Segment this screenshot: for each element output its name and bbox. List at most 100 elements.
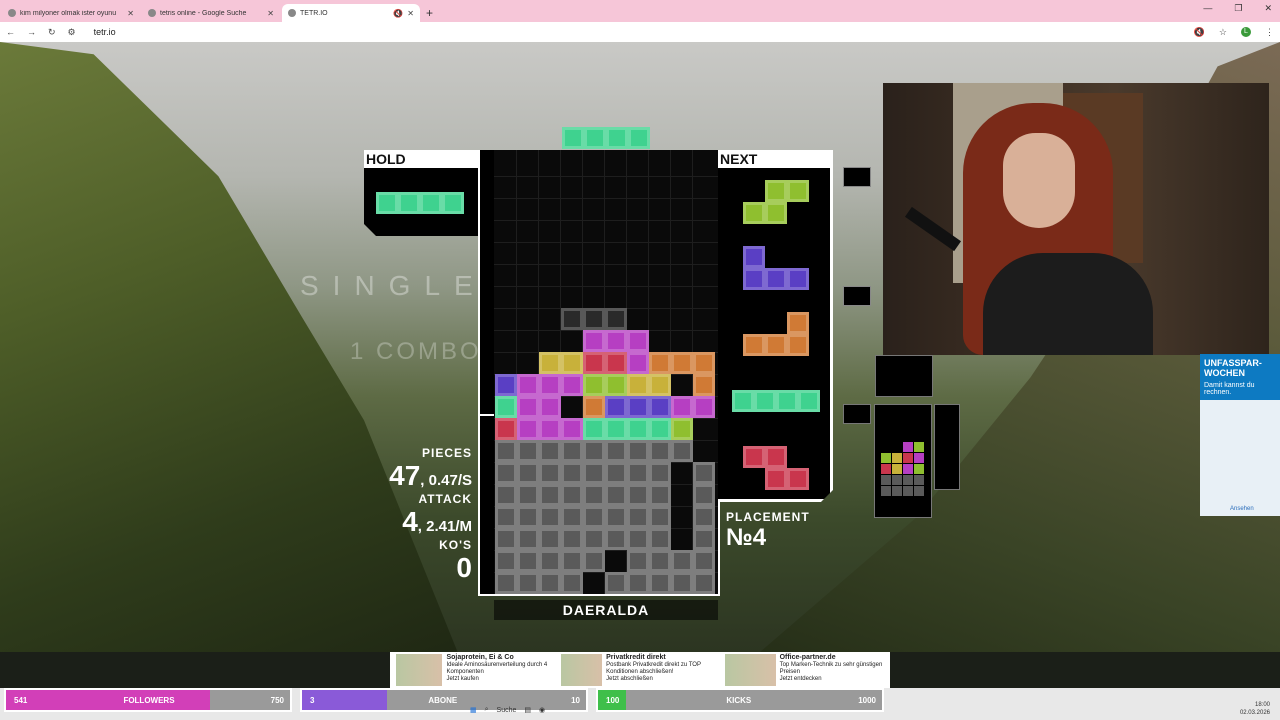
board-block bbox=[495, 374, 517, 396]
webcam-overlay bbox=[883, 83, 1269, 355]
minimize-icon[interactable]: — bbox=[1203, 3, 1212, 14]
board-block bbox=[583, 396, 605, 418]
ad-cta[interactable]: Jetzt abschließen bbox=[606, 676, 653, 682]
garbage-block bbox=[583, 462, 605, 484]
pieces-rate: 0.47/S bbox=[428, 472, 472, 489]
mute-site-icon[interactable]: 🔇 bbox=[1194, 27, 1205, 38]
system-tray-clock[interactable]: 18:00 02.03.2026 bbox=[1240, 701, 1270, 717]
close-window-icon[interactable]: ✕ bbox=[1264, 3, 1272, 14]
garbage-block bbox=[671, 550, 693, 572]
ad-item[interactable]: Office-partner.de Top Marken-Technik zu s… bbox=[725, 654, 884, 686]
queue-piece-block bbox=[765, 446, 787, 468]
opponent-block bbox=[892, 453, 902, 463]
ad-item[interactable]: Sojaprotein, Ei & Co Ideale Aminosäurenve… bbox=[396, 654, 555, 686]
url-field[interactable]: tetr.io bbox=[94, 27, 116, 37]
garbage-meter-tick bbox=[480, 414, 494, 416]
placement-label: PLACEMENT bbox=[726, 510, 810, 524]
explorer-icon[interactable]: ▤ bbox=[524, 706, 531, 714]
ad-bottom: Sojaprotein, Ei & Co Ideale Aminosäurenve… bbox=[390, 652, 890, 688]
site-info-icon[interactable]: ⚙ bbox=[68, 27, 76, 38]
garbage-block bbox=[605, 440, 627, 462]
ad-title: Privatkredit direkt bbox=[606, 654, 666, 661]
tray-time: 18:00 bbox=[1254, 702, 1270, 708]
back-icon[interactable]: ← bbox=[6, 27, 15, 37]
opponent-block bbox=[903, 486, 913, 496]
profile-avatar[interactable]: L bbox=[1241, 27, 1251, 37]
hold-panel: HOLD bbox=[364, 150, 478, 236]
queue-piece-block bbox=[743, 446, 765, 468]
garbage-block bbox=[649, 506, 671, 528]
board-block bbox=[539, 352, 561, 374]
garbage-block bbox=[627, 572, 649, 594]
placement-panel: PLACEMENT №4 bbox=[726, 510, 810, 552]
board-block bbox=[649, 374, 671, 396]
player-name: DAERALDA bbox=[494, 600, 718, 620]
garbage-block bbox=[671, 572, 693, 594]
tray-date: 02.03.2026 bbox=[1239, 710, 1270, 716]
goal-label: ABONE bbox=[428, 695, 458, 705]
maximize-icon[interactable]: ❐ bbox=[1234, 3, 1242, 14]
garbage-block bbox=[561, 440, 583, 462]
hold-piece-block bbox=[420, 192, 442, 214]
board-gridline bbox=[494, 198, 718, 199]
ad-right-title: UNFASSPAR-WOCHEN bbox=[1200, 354, 1280, 382]
garbage-block bbox=[539, 572, 561, 594]
ad-right-subtitle: Damit kannst du rechnen. bbox=[1200, 382, 1280, 400]
queue-piece-block bbox=[743, 334, 765, 356]
queue-piece-block bbox=[787, 180, 809, 202]
ad-item[interactable]: Privatkredit direkt Postbank Privatkredit… bbox=[560, 654, 720, 686]
windows-start-icon[interactable]: ▦ bbox=[470, 706, 477, 714]
opponent-block bbox=[914, 486, 924, 496]
ad-right-footer[interactable]: Ansehen bbox=[1230, 506, 1254, 512]
board-block bbox=[517, 418, 539, 440]
garbage-block bbox=[539, 528, 561, 550]
board-block bbox=[693, 352, 715, 374]
next-queue bbox=[718, 168, 833, 502]
garbage-block bbox=[649, 550, 671, 572]
menu-icon[interactable]: ⋮ bbox=[1265, 27, 1274, 38]
queue-piece-block bbox=[787, 468, 809, 490]
garbage-block bbox=[495, 550, 517, 572]
ad-right[interactable]: UNFASSPAR-WOCHEN Damit kannst du rechnen… bbox=[1200, 354, 1280, 516]
close-icon[interactable]: ✕ bbox=[127, 9, 134, 18]
ad-cta[interactable]: Jetzt kaufen bbox=[446, 676, 478, 682]
ad-cta[interactable]: Jetzt entdecken bbox=[780, 676, 822, 682]
tab-favicon-icon bbox=[288, 9, 296, 17]
close-icon[interactable]: ✕ bbox=[407, 9, 414, 18]
ad-title: Office-partner.de bbox=[779, 654, 836, 661]
browser-tab-1[interactable]: tetris online - Google Suche ✕ bbox=[142, 4, 280, 22]
reload-icon[interactable]: ↻ bbox=[48, 27, 56, 38]
tab-favicon-icon bbox=[148, 9, 156, 17]
ad-text: Ideale Aminosäurenverteilung durch 4 Kom… bbox=[446, 662, 548, 675]
garbage-block bbox=[561, 572, 583, 594]
browser-tab-0[interactable]: kim milyoner olmak ister oyunu ✕ bbox=[2, 4, 140, 22]
ghost-block bbox=[583, 308, 605, 330]
close-icon[interactable]: ✕ bbox=[267, 9, 274, 18]
board-block bbox=[627, 374, 649, 396]
garbage-block bbox=[539, 440, 561, 462]
ad-title: Sojaprotein, Ei & Co bbox=[446, 654, 514, 661]
board-block bbox=[495, 418, 517, 440]
browser-icon[interactable]: ◉ bbox=[539, 706, 545, 714]
new-tab-icon[interactable]: + bbox=[426, 6, 433, 22]
webcam-streamer-body bbox=[983, 253, 1153, 355]
mute-icon[interactable]: 🔇 bbox=[393, 9, 403, 18]
board-block bbox=[517, 374, 539, 396]
forward-icon[interactable]: → bbox=[27, 27, 36, 37]
game-board bbox=[494, 150, 718, 594]
board-block bbox=[605, 418, 627, 440]
board-block bbox=[605, 374, 627, 396]
search-icon[interactable]: ⌕ bbox=[485, 706, 489, 714]
bookmark-star-icon[interactable]: ☆ bbox=[1219, 27, 1227, 38]
opponent-block bbox=[914, 464, 924, 474]
ad-text: Postbank Privatkredit direkt zu TOP Kond… bbox=[606, 662, 701, 675]
garbage-block bbox=[693, 506, 715, 528]
garbage-block bbox=[627, 528, 649, 550]
hold-piece-block bbox=[376, 192, 398, 214]
goal-bar-fill bbox=[6, 690, 211, 710]
ghost-block bbox=[561, 308, 583, 330]
garbage-block bbox=[539, 550, 561, 572]
taskbar-search[interactable]: Suche bbox=[497, 707, 517, 714]
garbage-block bbox=[495, 462, 517, 484]
browser-tab-2[interactable]: TETR.IO 🔇 ✕ bbox=[282, 4, 420, 22]
